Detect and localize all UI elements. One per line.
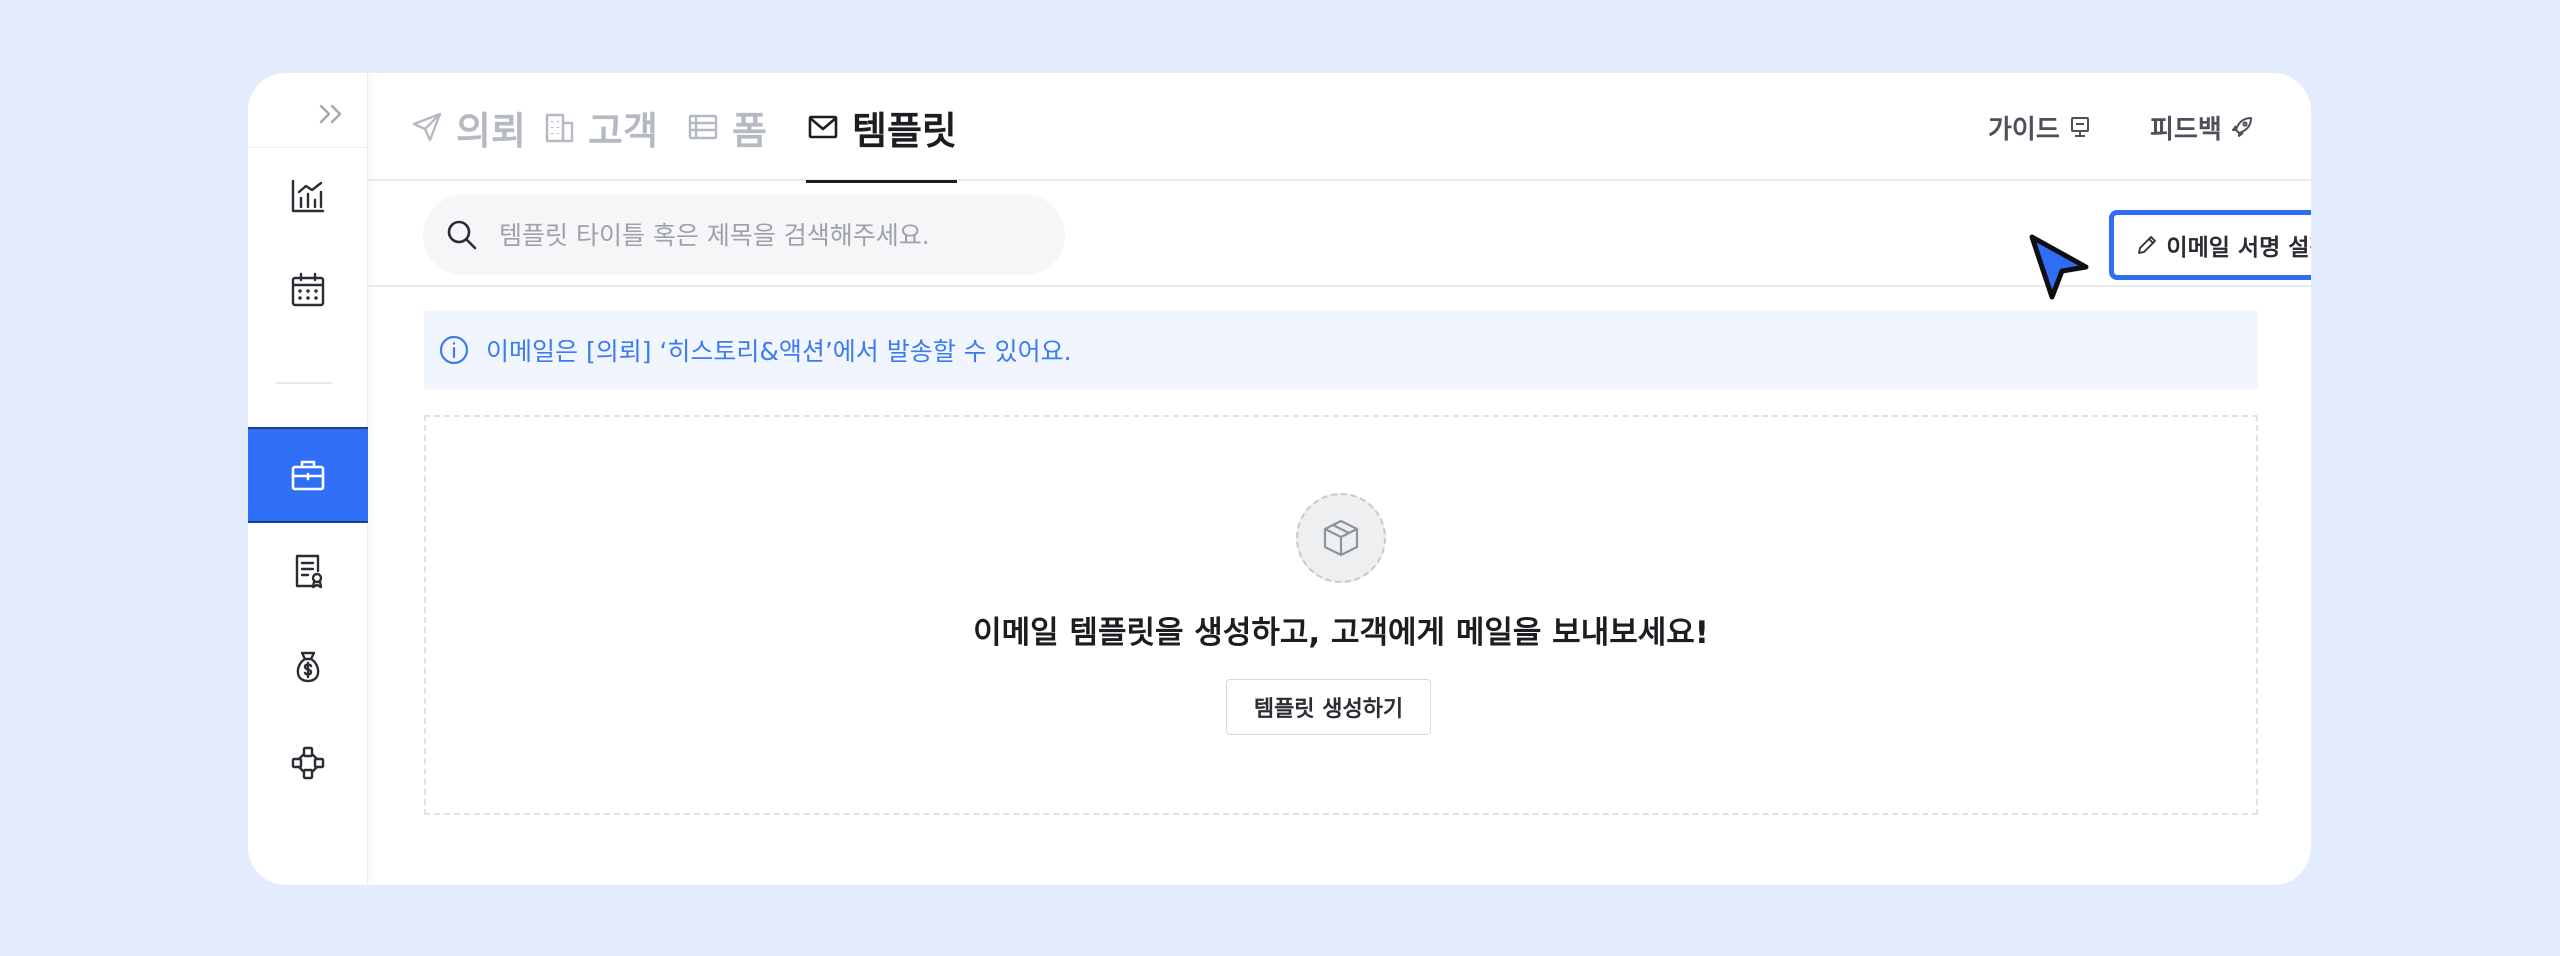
document-icon [295,554,323,589]
money-bag-icon [296,651,320,683]
tab-label: 고객 [588,108,658,153]
guide-label: 가이드 [1988,114,2060,145]
cube-icon [1296,493,1386,583]
top-tab-bar: 의뢰 고객 폼 템플릿 가이드 피드백 [368,73,2311,183]
info-banner-text: 이메일은 [의뢰] ‘히스토리&액션’에서 발송할 수 있어요. [486,337,1072,366]
tab-customers[interactable]: 고객 [542,73,658,181]
toolbar: + 추가 이메일 서명 설정 [368,183,2311,287]
create-template-button[interactable]: 템플릿 생성하기 [1226,679,1431,735]
search-icon [447,220,477,250]
rocket-icon [2231,117,2252,137]
tab-label: 의뢰 [456,108,526,153]
sidebar-divider [276,382,332,384]
tab-forms[interactable]: 폼 [686,73,767,181]
info-banner: 이메일은 [의뢰] ‘히스토리&액션’에서 발송할 수 있어요. [424,311,2258,389]
sidebar-item-documents[interactable] [248,523,368,619]
paper-plane-icon [410,110,444,144]
pencil-icon [2138,236,2157,254]
info-icon [439,335,469,365]
building-icon [542,110,576,144]
sidebar-item-integrations[interactable] [248,715,368,811]
sidebar [248,73,368,885]
tab-label: 템플릿 [852,108,957,153]
sidebar-item-payments[interactable] [248,619,368,715]
sidebar-expand-button[interactable] [312,97,352,131]
double-chevron-right-icon [319,104,342,124]
feedback-link[interactable]: 피드백 [2150,109,2254,145]
tab-label: 폼 [732,108,767,153]
email-signature-label: 이메일 서명 설정 [2166,235,2311,261]
calendar-icon [291,272,325,307]
form-list-icon [686,110,720,144]
briefcase-icon [291,460,325,491]
monitor-icon [2070,117,2089,137]
tab-templates[interactable]: 템플릿 [806,73,957,183]
tab-requests[interactable]: 의뢰 [410,73,526,181]
feedback-label: 피드백 [2150,114,2222,145]
empty-state: 이메일 템플릿을 생성하고, 고객에게 메일을 보내보세요! 템플릿 생성하기 [424,415,2258,815]
chart-icon [291,179,325,213]
app-window: 의뢰 고객 폼 템플릿 가이드 피드백 템플릿 타이틀 혹은 제목을 검색해주세… [248,73,2311,885]
search-input[interactable] [499,220,1019,250]
create-template-label: 템플릿 생성하기 [1253,697,1404,722]
sidebar-item-templates[interactable] [248,427,368,523]
empty-state-title: 이메일 템플릿을 생성하고, 고객에게 메일을 보내보세요! [973,615,1709,651]
sidebar-item-calendar[interactable] [248,242,368,338]
network-icon [291,746,325,780]
search-box[interactable] [423,195,1065,275]
mail-icon [806,110,840,144]
email-signature-settings-button[interactable]: 이메일 서명 설정 [2109,210,2311,280]
guide-link[interactable]: 가이드 [1988,109,2092,145]
sidebar-item-analytics[interactable] [248,148,368,244]
